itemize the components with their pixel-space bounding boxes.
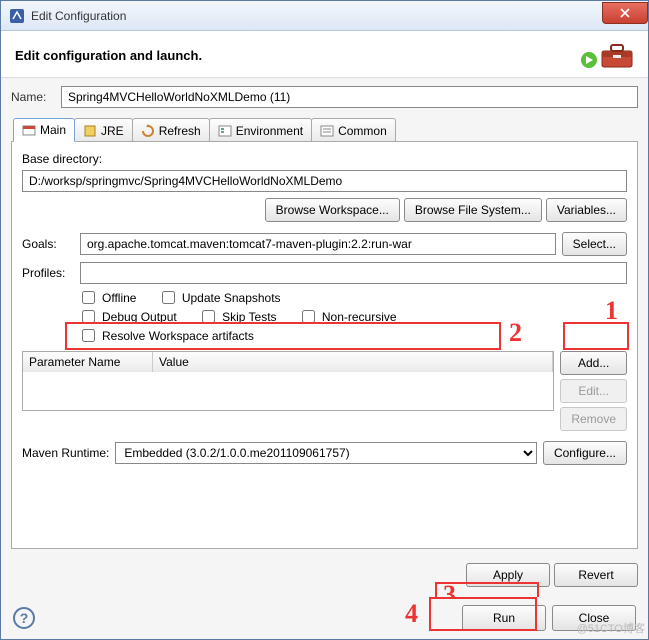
- runtime-select[interactable]: Embedded (3.0.2/1.0.0.me201109061757): [115, 442, 537, 464]
- edit-button: Edit...: [560, 379, 627, 403]
- help-icon[interactable]: ?: [13, 607, 35, 629]
- name-label: Name:: [11, 90, 55, 104]
- tab-refresh[interactable]: Refresh: [132, 118, 210, 142]
- env-tab-icon: [218, 124, 232, 138]
- app-icon: [9, 8, 25, 24]
- window-close-button[interactable]: [602, 2, 648, 24]
- variables-button[interactable]: Variables...: [546, 198, 627, 222]
- tab-jre[interactable]: JRE: [74, 118, 133, 142]
- non-recursive-checkbox[interactable]: Non-recursive: [298, 307, 397, 326]
- tab-main[interactable]: Main: [13, 118, 75, 142]
- annotation-4: 4: [405, 599, 418, 629]
- tabs: Main JRE Refresh Environment Common: [11, 118, 638, 142]
- add-button[interactable]: Add...: [560, 351, 627, 375]
- table-header-param[interactable]: Parameter Name: [23, 352, 153, 372]
- profiles-input[interactable]: [80, 262, 627, 284]
- watermark: @51CTO博客: [577, 620, 645, 636]
- common-tab-icon: [320, 124, 334, 138]
- name-input[interactable]: [61, 86, 638, 108]
- debug-output-checkbox[interactable]: Debug Output: [78, 307, 177, 326]
- header-text: Edit configuration and launch.: [15, 48, 580, 63]
- refresh-tab-icon: [141, 124, 155, 138]
- parameter-table[interactable]: Parameter Name Value: [22, 351, 554, 411]
- tab-common[interactable]: Common: [311, 118, 396, 142]
- skip-tests-checkbox[interactable]: Skip Tests: [198, 307, 276, 326]
- goals-input[interactable]: [80, 233, 556, 255]
- resolve-workspace-checkbox[interactable]: Resolve Workspace artifacts: [78, 326, 254, 345]
- goals-label: Goals:: [22, 237, 74, 251]
- table-header-value[interactable]: Value: [153, 352, 553, 372]
- revert-button[interactable]: Revert: [554, 563, 638, 587]
- update-snapshots-checkbox[interactable]: Update Snapshots: [158, 288, 281, 307]
- browse-workspace-button[interactable]: Browse Workspace...: [265, 198, 400, 222]
- jre-tab-icon: [83, 124, 97, 138]
- profiles-label: Profiles:: [22, 266, 74, 280]
- window-title: Edit Configuration: [31, 9, 602, 23]
- apply-button[interactable]: Apply: [466, 563, 550, 587]
- run-button[interactable]: Run: [462, 605, 546, 631]
- configure-button[interactable]: Configure...: [543, 441, 627, 465]
- offline-checkbox[interactable]: Offline: [78, 288, 136, 307]
- base-dir-input[interactable]: [22, 170, 627, 192]
- run-icon: [580, 51, 598, 69]
- toolbox-icon: [600, 41, 634, 69]
- tab-environment[interactable]: Environment: [209, 118, 312, 142]
- browse-filesystem-button[interactable]: Browse File System...: [404, 198, 542, 222]
- remove-button: Remove: [560, 407, 627, 431]
- select-button[interactable]: Select...: [562, 232, 627, 256]
- main-tab-icon: [22, 123, 36, 137]
- base-dir-label: Base directory:: [22, 152, 627, 166]
- runtime-label: Maven Runtime:: [22, 446, 109, 460]
